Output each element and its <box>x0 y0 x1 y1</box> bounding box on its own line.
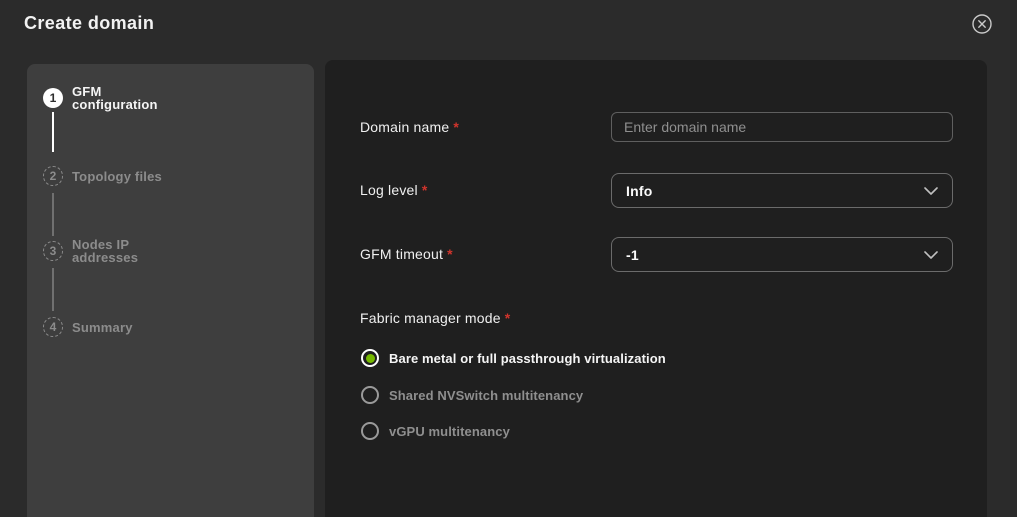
step-1-badge: 1 <box>43 88 63 108</box>
gfm-timeout-select[interactable]: -1 <box>611 237 953 272</box>
chevron-down-icon <box>924 186 938 195</box>
log-level-select[interactable]: Info <box>611 173 953 208</box>
step-2-label: Topology files <box>72 168 162 184</box>
page-title: Create domain <box>24 13 155 33</box>
radio-button-icon <box>361 386 379 404</box>
step-4-label: Summary <box>72 319 133 335</box>
log-level-label: Log level * <box>360 182 428 198</box>
step-summary[interactable]: 4 Summary <box>43 317 133 337</box>
step-1-label: GFM configuration <box>72 84 158 112</box>
domain-name-input[interactable] <box>611 112 953 142</box>
radio-vgpu-label: vGPU multitenancy <box>389 423 510 439</box>
radio-button-icon <box>361 422 379 440</box>
gfm-timeout-label: GFM timeout * <box>360 246 453 262</box>
step-gfm-configuration[interactable]: 1 GFM configuration <box>43 85 158 111</box>
stepper-sidebar: 1 GFM configuration 2 Topology files 3 N… <box>27 64 314 517</box>
required-marker: * <box>504 310 511 326</box>
chevron-down-icon <box>924 250 938 259</box>
required-marker: * <box>453 119 460 135</box>
radio-bare-metal[interactable]: Bare metal or full passthrough virtualiz… <box>361 349 666 367</box>
step-3-label: Nodes IP addresses <box>72 237 139 265</box>
step-3-badge: 3 <box>43 241 63 261</box>
radio-shared-nvswitch-label: Shared NVSwitch multitenancy <box>389 387 584 403</box>
radio-bare-metal-label: Bare metal or full passthrough virtualiz… <box>389 350 666 366</box>
stepper-connector <box>52 112 54 152</box>
radio-shared-nvswitch[interactable]: Shared NVSwitch multitenancy <box>361 386 583 404</box>
stepper-connector <box>52 268 54 311</box>
step-2-badge: 2 <box>43 166 63 186</box>
radio-vgpu[interactable]: vGPU multitenancy <box>361 422 510 440</box>
gfm-configuration-form: Domain name* Log level* Info GFM timeout… <box>325 60 987 517</box>
domain-name-label: Domain name * <box>360 119 460 135</box>
radio-button-icon <box>361 349 379 367</box>
gfm-timeout-value: -1 <box>626 246 639 263</box>
required-marker: * <box>447 246 453 262</box>
step-4-badge: 4 <box>43 317 63 337</box>
close-icon[interactable] <box>971 13 993 35</box>
step-nodes-ip-addresses[interactable]: 3 Nodes IP addresses <box>43 238 138 264</box>
log-level-value: Info <box>626 182 653 199</box>
stepper-connector <box>52 193 54 236</box>
required-marker: * <box>421 182 428 198</box>
step-topology-files[interactable]: 2 Topology files <box>43 166 162 186</box>
fabric-manager-mode-label: Fabric manager mode * <box>360 310 511 326</box>
